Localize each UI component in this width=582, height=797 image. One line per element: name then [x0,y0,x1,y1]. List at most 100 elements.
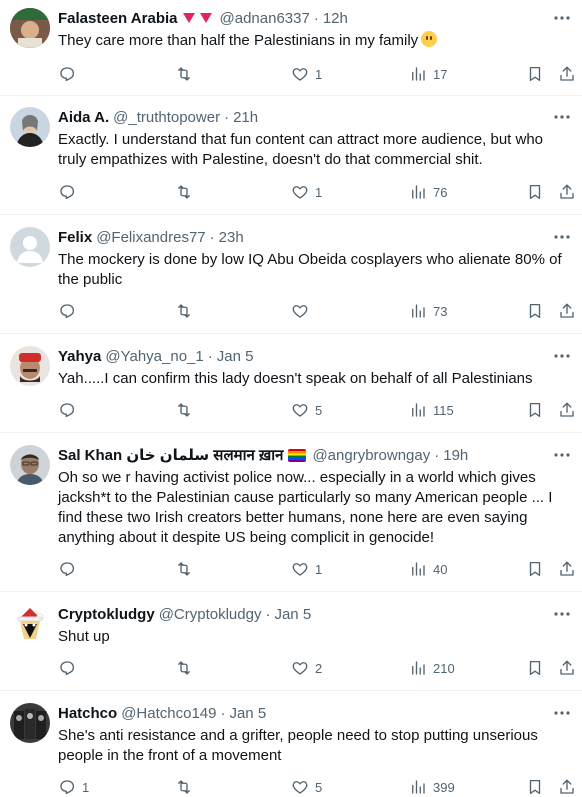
author-handle[interactable]: @Felixandres77 [96,229,205,246]
reply-button[interactable] [58,659,82,677]
author-name[interactable]: Aida A. [58,109,109,126]
bookmark-button[interactable] [526,302,544,320]
share-icon [560,402,574,417]
more-icon[interactable] [552,8,572,28]
like-button[interactable]: 5 [291,778,322,796]
share-button[interactable] [558,560,576,578]
avatar[interactable] [10,604,50,644]
timestamp[interactable]: Jan 5 [274,606,311,623]
more-icon[interactable] [552,604,572,624]
avatar[interactable] [10,703,50,743]
tweet-text: The mockery is done by low IQ Abu Obeida… [58,251,562,288]
author-name[interactable]: Sal Khan سلمان خان सलमान ख़ान [58,445,283,465]
avatar[interactable] [10,445,50,485]
bookmark-button[interactable] [526,659,544,677]
reply-button[interactable]: 1 [58,778,89,796]
tweet[interactable]: Felix @Felixandres77 · 23h The mockery i… [0,215,582,334]
share-icon [560,660,574,675]
more-icon[interactable] [552,107,572,127]
reply-button[interactable] [58,65,82,83]
timestamp[interactable]: Jan 5 [229,705,266,722]
tweet[interactable]: Aida A. @_truthtopower · 21h Exactly. I … [0,96,582,215]
like-button[interactable]: 1 [291,65,322,83]
retweet-button[interactable] [175,659,193,677]
tweet[interactable]: Yahya @Yahya_no_1 · Jan 5 Yah.....I can … [0,334,582,433]
share-button[interactable] [558,302,576,320]
retweet-icon [178,403,190,417]
like-count: 2 [315,660,323,676]
timestamp[interactable]: Jan 5 [217,348,254,365]
tweet-text: They care more than half the Palestinian… [58,32,419,49]
views-button[interactable]: 17 [409,65,447,83]
like-button[interactable]: 5 [291,401,322,419]
share-button[interactable] [558,65,576,83]
reply-button[interactable] [58,401,82,419]
views-button[interactable]: 210 [409,659,455,677]
author-handle[interactable]: @Cryptokludgy [159,606,262,623]
retweet-button[interactable] [175,560,193,578]
author-handle[interactable]: @angrybrowngay [312,447,430,464]
share-button[interactable] [558,659,576,677]
author-handle[interactable]: @adnan6337 [220,10,310,27]
views-button[interactable]: 40 [409,560,447,578]
heart-emoji-icon [182,13,195,23]
retweet-button[interactable] [175,302,193,320]
views-icon [412,562,425,576]
retweet-button[interactable] [175,778,193,796]
bookmark-button[interactable] [526,778,544,796]
share-button[interactable] [558,183,576,201]
retweet-button[interactable] [175,401,193,419]
tweet-text: Yah.....I can confirm this lady doesn't … [58,370,533,387]
views-button[interactable]: 73 [409,302,447,320]
share-button[interactable] [558,778,576,796]
like-button[interactable] [291,302,315,320]
tweet-text: Shut up [58,628,110,645]
reply-button[interactable] [58,560,82,578]
timestamp[interactable]: 19h [443,447,468,464]
bookmark-button[interactable] [526,560,544,578]
bookmark-button[interactable] [526,401,544,419]
author-name[interactable]: Falasteen Arabia [58,10,178,27]
author-name[interactable]: Yahya [58,348,101,365]
reply-count: 1 [82,779,90,795]
tweet[interactable]: Cryptokludgy @Cryptokludgy · Jan 5 Shut … [0,592,582,691]
share-button[interactable] [558,401,576,419]
bookmark-button[interactable] [526,183,544,201]
author-handle[interactable]: @Hatchco149 [121,705,216,722]
like-button[interactable]: 2 [291,659,322,677]
reply-button[interactable] [58,183,82,201]
avatar[interactable] [10,227,50,267]
reply-button[interactable] [58,302,82,320]
face-without-mouth-emoji-icon [421,31,438,47]
timestamp[interactable]: 12h [323,10,348,27]
timestamp[interactable]: 23h [219,229,244,246]
timestamp[interactable]: 21h [233,109,258,126]
like-button[interactable]: 1 [291,183,322,201]
author-handle[interactable]: @Yahya_no_1 [105,348,203,365]
tweet[interactable]: Hatchco @Hatchco149 · Jan 5 She's anti r… [0,691,582,796]
separator-dot: · [265,605,271,623]
more-icon[interactable] [552,703,572,723]
heart-icon [292,563,308,576]
views-button[interactable]: 76 [409,183,447,201]
retweet-button[interactable] [175,183,193,201]
retweet-button[interactable] [175,65,193,83]
avatar[interactable] [10,346,50,386]
author-handle[interactable]: @_truthtopower [113,109,220,126]
views-button[interactable]: 399 [409,778,455,796]
more-icon[interactable] [552,227,572,247]
retweet-icon [178,67,190,81]
avatar[interactable] [10,8,50,48]
more-icon[interactable] [552,445,572,465]
tweet[interactable]: Sal Khan سلمان خان सलमान ख़ान @angrybrow… [0,433,582,592]
like-button[interactable]: 1 [291,560,322,578]
author-name[interactable]: Felix [58,229,92,246]
views-button[interactable]: 115 [409,401,454,419]
author-name[interactable]: Hatchco [58,705,117,722]
avatar[interactable] [10,107,50,147]
more-icon[interactable] [552,346,572,366]
views-icon [412,403,425,417]
tweet[interactable]: Falasteen Arabia @adnan6337 · 12h They c… [0,0,582,96]
bookmark-button[interactable] [526,65,544,83]
author-name[interactable]: Cryptokludgy [58,606,155,623]
